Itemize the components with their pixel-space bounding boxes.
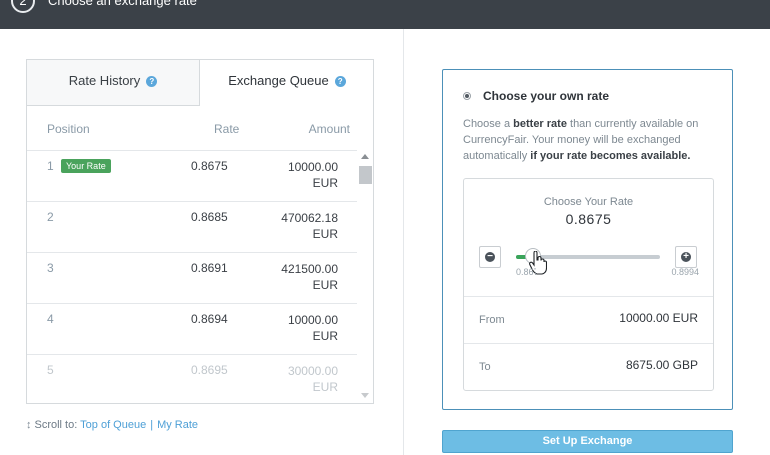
own-rate-radio[interactable] [463, 92, 471, 100]
link-separator: | [150, 419, 154, 431]
row-currency: EUR [312, 278, 338, 292]
plus-icon: + [681, 252, 691, 262]
tab-exchange-queue-label: Exchange Queue [228, 73, 329, 88]
column-header-position: Position [47, 122, 90, 136]
help-icon[interactable]: ? [334, 76, 346, 87]
your-rate-badge: Your Rate [61, 159, 111, 173]
scroll-thumb[interactable] [359, 166, 372, 184]
row-currency: EUR [312, 380, 338, 394]
table-row: 2 0.8685 470062.18 EUR [27, 201, 357, 252]
column-header-amount: Amount [308, 122, 350, 136]
tab-rate-history[interactable]: Rate History? [27, 60, 200, 106]
row-position: 4 [47, 312, 54, 326]
my-rate-link[interactable]: My Rate [157, 419, 198, 431]
row-rate: 0.8694 [191, 312, 228, 326]
rate-chooser: Choose Your Rate 0.8675 − + 0.8675 0.899… [463, 178, 714, 391]
tab-exchange-queue[interactable]: Exchange Queue? [200, 60, 373, 106]
own-rate-description: Choose a better rate than currently avai… [463, 116, 719, 164]
description-text: Choose a [463, 118, 514, 130]
row-position: 2 [47, 210, 54, 224]
to-row: To 8675.00 GBP [464, 343, 713, 390]
row-currency: EUR [312, 329, 338, 343]
row-amount: 10000.00 EUR [288, 312, 338, 344]
row-amount: 30000.00 EUR [288, 363, 338, 395]
chosen-rate-value: 0.8675 [565, 211, 612, 227]
row-rate: 0.8691 [191, 261, 228, 275]
from-label: From [479, 314, 505, 326]
from-value: 10000.00 EUR [619, 311, 698, 325]
row-amount: 470062.18 EUR [281, 210, 338, 242]
row-amount-value: 30000.00 [287, 364, 338, 378]
row-rate: 0.8675 [191, 159, 228, 173]
help-icon[interactable]: ? [146, 76, 158, 87]
table-row: 1 Your Rate 0.8675 10000.00 EUR [27, 150, 357, 201]
row-currency: EUR [312, 227, 338, 241]
choose-rate-label: Choose Your Rate [543, 196, 634, 208]
from-row: From 10000.00 EUR [464, 296, 713, 343]
table-row: 5 0.8695 30000.00 EUR [27, 354, 357, 403]
row-amount-value: 10000.00 [287, 313, 338, 327]
row-amount-value: 10000.00 [287, 160, 338, 174]
minus-icon: − [485, 252, 495, 262]
scroll-down-arrow-icon[interactable] [361, 393, 369, 398]
slider-max-label: 0.8994 [671, 267, 699, 277]
own-rate-title: Choose your own rate [483, 89, 610, 103]
table-row: 3 0.8691 421500.00 EUR [27, 252, 357, 303]
top-of-queue-link[interactable]: Top of Queue [80, 419, 146, 431]
queue-scrollbar[interactable] [359, 152, 373, 402]
row-amount: 421500.00 EUR [281, 261, 338, 293]
to-label: To [479, 361, 491, 373]
row-rate: 0.8685 [191, 210, 228, 224]
row-position: 3 [47, 261, 54, 275]
increase-rate-button[interactable]: + [675, 246, 697, 268]
row-amount-value: 421500.00 [281, 262, 338, 276]
to-value: 8675.00 GBP [625, 358, 698, 372]
queue-rows: 1 Your Rate 0.8675 10000.00 EUR 2 0.8685 … [27, 150, 357, 403]
scroll-up-arrow-icon[interactable] [361, 154, 369, 159]
row-rate: 0.8695 [191, 363, 228, 377]
set-up-exchange-button[interactable]: Set Up Exchange [442, 430, 733, 453]
row-amount-value: 470062.18 [281, 211, 338, 225]
description-bold: if your rate becomes available. [530, 150, 691, 162]
row-position: 5 [47, 363, 54, 377]
description-bold: better rate [513, 118, 567, 130]
row-currency: EUR [312, 176, 338, 190]
own-rate-panel: Choose your own rate Choose a better rat… [442, 69, 733, 410]
vertical-arrows-icon: ↕ [26, 419, 32, 431]
step-title: Choose an exchange rate [48, 0, 197, 8]
row-position: 1 [47, 159, 54, 173]
queue-panel: Rate History? Exchange Queue? Position R… [26, 59, 374, 404]
column-header-rate: Rate [214, 122, 240, 136]
slider-min-label: 0.8675 [516, 267, 536, 277]
column-divider [403, 29, 404, 455]
decrease-rate-button[interactable]: − [479, 246, 501, 268]
tab-rate-history-label: Rate History [68, 73, 141, 88]
table-row: 4 0.8694 10000.00 EUR [27, 303, 357, 354]
top-bar: 2 Choose an exchange rate [0, 0, 770, 29]
step-number-badge: 2 [11, 0, 35, 13]
scroll-to-label: Scroll to: [34, 419, 78, 431]
scroll-to-bar: ↕ Scroll to: Top of Queue | My Rate [26, 419, 198, 431]
row-amount: 10000.00 EUR [288, 159, 338, 191]
